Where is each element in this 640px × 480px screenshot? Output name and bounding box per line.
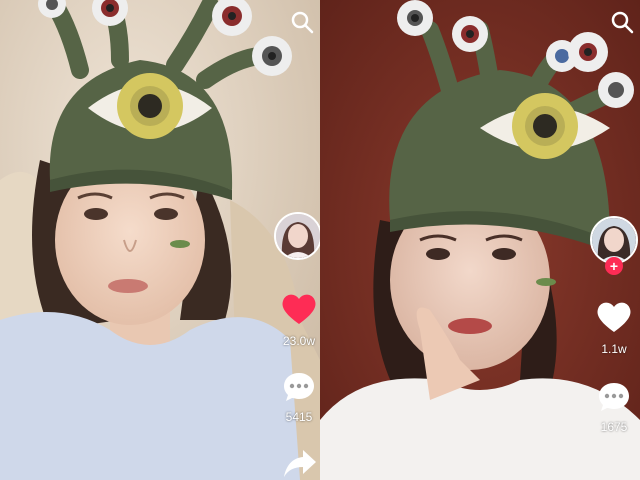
follow-button[interactable]: + <box>605 257 623 275</box>
comment-icon[interactable] <box>282 370 316 409</box>
heart-icon[interactable] <box>596 300 632 339</box>
video-panel-left[interactable]: 23.0w 5415 <box>0 0 320 480</box>
search-icon[interactable] <box>610 10 634 34</box>
creator-avatar[interactable] <box>274 212 320 260</box>
comment-count: 5415 <box>285 410 313 424</box>
like-count: 23.0w <box>282 334 316 348</box>
heart-icon[interactable] <box>281 292 317 331</box>
comment-icon[interactable] <box>597 380 631 419</box>
video-feed: 23.0w 5415 + 1.1w 1675 <box>0 0 640 480</box>
video-panel-right[interactable]: + 1.1w 1675 <box>320 0 640 480</box>
share-icon[interactable] <box>283 448 317 480</box>
video-frame-left <box>0 0 320 480</box>
like-count: 1.1w <box>601 342 627 356</box>
comment-count: 1675 <box>600 420 628 434</box>
search-icon[interactable] <box>290 10 314 34</box>
